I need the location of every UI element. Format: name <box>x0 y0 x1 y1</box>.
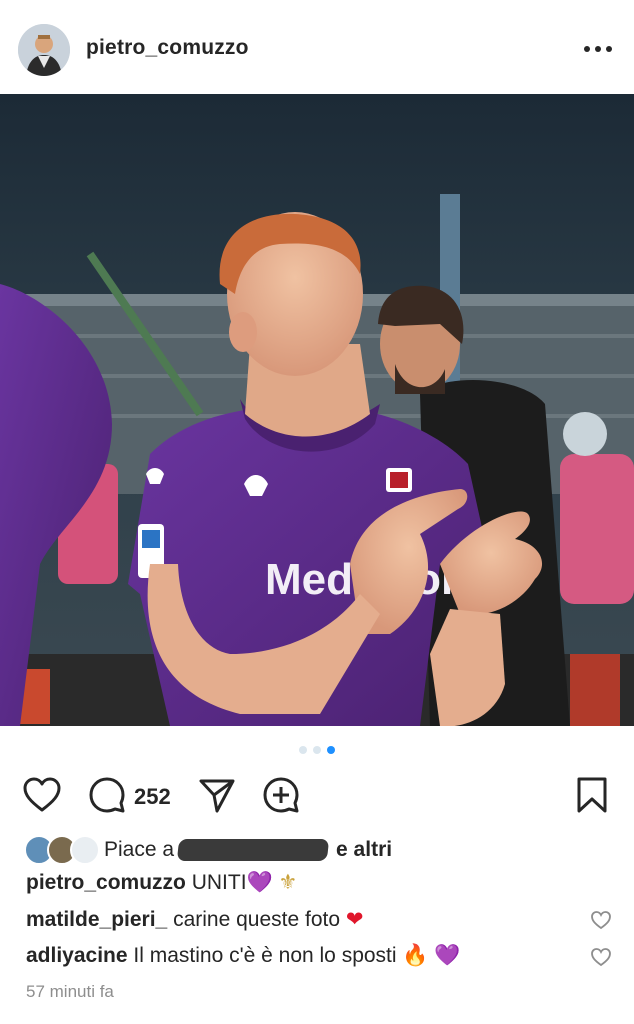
likes-prefix: Piace a <box>104 838 175 861</box>
liker-avatar <box>70 835 100 865</box>
likes-suffix[interactable]: e altri <box>336 838 392 862</box>
bookmark-save-icon[interactable] <box>576 776 608 819</box>
carousel-indicator <box>0 746 634 754</box>
carousel-dot <box>299 746 307 754</box>
post-username[interactable]: pietro_comuzzo <box>86 36 249 60</box>
redacted-username <box>176 839 330 861</box>
carousel-dot <box>313 746 321 754</box>
caption: pietro_comuzzo UNITI💜 ⚜ <box>26 870 297 895</box>
post-header: pietro_comuzzo <box>0 0 634 98</box>
action-bar: 252 <box>0 772 634 820</box>
comment-count: 252 <box>134 784 171 809</box>
comment-bubble-icon[interactable] <box>88 776 126 819</box>
post-photo[interactable]: Mediacom <box>0 94 634 726</box>
comment-username[interactable]: adliyacine <box>26 944 128 967</box>
caption-username[interactable]: pietro_comuzzo <box>26 871 186 894</box>
purple-heart-emoji: 💜 <box>434 944 461 967</box>
purple-heart-emoji: 💜 <box>246 871 273 894</box>
comment-row: adliyacine Il mastino c'è è non lo spost… <box>26 944 461 968</box>
red-heart-emoji: ❤ <box>345 908 364 931</box>
share-send-icon[interactable] <box>198 776 236 819</box>
like-heart-icon[interactable] <box>22 776 62 819</box>
comment-row: matilde_pieri_ carine queste foto ❤ <box>26 907 363 932</box>
carousel-dot-active <box>327 746 335 754</box>
comment-username[interactable]: matilde_pieri_ <box>26 908 167 931</box>
comment-like-heart-icon[interactable] <box>590 947 612 967</box>
likes-row[interactable]: Piace a e altri <box>24 834 392 866</box>
comment-like-heart-icon[interactable] <box>590 910 612 930</box>
remix-add-icon[interactable] <box>262 776 300 819</box>
caption-text: UNITI <box>191 871 247 894</box>
comment-text: Il mastino c'è è non lo sposti <box>133 944 397 967</box>
liker-avatars <box>24 834 100 866</box>
fire-emoji: 🔥 <box>402 944 429 967</box>
comment-text: carine queste foto <box>173 908 341 931</box>
avatar[interactable] <box>18 24 70 76</box>
post-timestamp: 57 minuti fa <box>26 982 114 1001</box>
more-horizontal-icon[interactable] <box>584 38 612 60</box>
fleur-de-lis-emoji: ⚜ <box>278 871 298 894</box>
